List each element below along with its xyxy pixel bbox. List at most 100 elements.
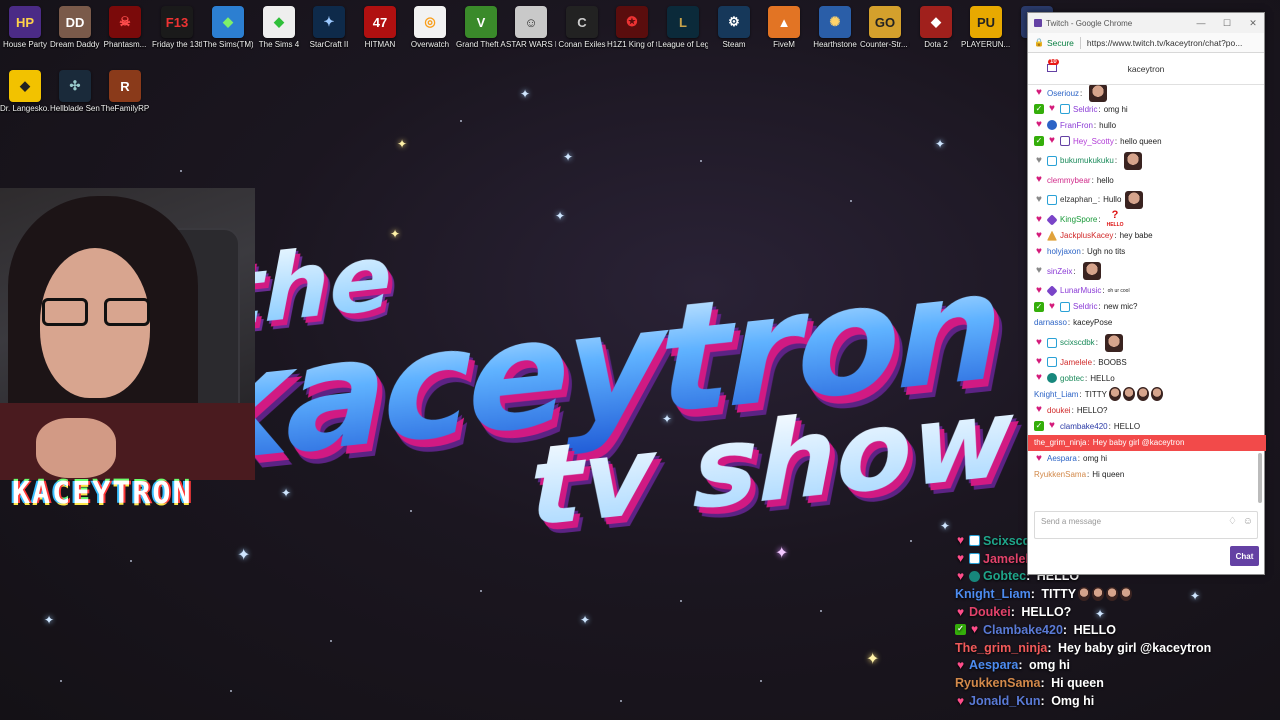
chat-username[interactable]: Seldric (1073, 105, 1097, 114)
chat-username[interactable]: FranFron (1060, 121, 1093, 130)
desktop-icon[interactable]: F13 Friday the 13th Th... (152, 6, 202, 50)
chat-username[interactable]: JackplusKacey (1060, 231, 1113, 240)
bits-icon[interactable]: ♢ (1228, 516, 1237, 527)
chat-message-row[interactable]: ♥ KingSpore: (1028, 209, 1266, 228)
desktop-icon[interactable]: ✺ Hearthstone (810, 6, 860, 50)
chat-message-row[interactable]: RyukkenSama: Hi queen (1028, 467, 1266, 483)
chat-username[interactable]: Knight_Liam (1034, 390, 1078, 399)
channel-name: kaceytron (1127, 63, 1165, 74)
moderator-check-icon: ✓ (1034, 421, 1044, 432)
chat-username[interactable]: Aespara (1047, 454, 1077, 463)
chat-message-row[interactable]: ♥ JackplusKacey: hey babe (1028, 228, 1266, 244)
chat-message-row[interactable]: ✓ ♥ Seldric: omg hi (1028, 101, 1266, 117)
chrome-window[interactable]: Twitch - Google Chrome — ☐ ✕ 🔒 Secure ht… (1027, 12, 1266, 575)
desktop-icon[interactable]: DD Dream Daddy A Dad Datin... (50, 6, 100, 50)
desktop-icon[interactable]: ◆ Dota 2 (911, 6, 961, 50)
overlay-message-text: omg hi (1028, 658, 1070, 673)
chat-message-row[interactable]: ♥ FranFron: hullo (1028, 117, 1266, 133)
sub-heart-icon: ♥ (1049, 103, 1055, 115)
maximize-icon[interactable]: ☐ (1220, 16, 1234, 30)
desktop-icon[interactable]: ◎ Overwatch (405, 6, 455, 50)
chat-colon: : (1095, 338, 1098, 348)
sub-heart-icon: ♥ (1036, 119, 1042, 131)
desktop-icon[interactable]: 47 HITMAN (355, 6, 405, 50)
chat-scrollbar[interactable] (1258, 453, 1262, 503)
desktop-icon[interactable]: ▲ FiveM (759, 6, 809, 50)
chat-message-row[interactable]: ♥ scixscdbk: (1028, 331, 1266, 354)
chat-username[interactable]: clambake420 (1060, 422, 1108, 431)
webcam-feed (0, 188, 255, 480)
chat-message-row[interactable]: ✓ ♥ clambake420: HELLO (1028, 418, 1266, 434)
chat-message-row[interactable]: ✓ ♥ Hey_Scotty: hello queen (1028, 133, 1266, 149)
desktop-icon[interactable]: ✪ H1Z1 King of the Kill (607, 6, 657, 50)
chat-message-text: omg hi (1083, 454, 1108, 464)
chat-message-row[interactable]: ♥ bukumukukuku: (1028, 149, 1266, 172)
overlay-chat-row: ✓ ♥ Clambake420: HELLO (955, 621, 1275, 639)
chat-message-row[interactable]: the_grim_ninja: Hey baby girl @kaceytron (1028, 434, 1266, 451)
chat-username[interactable]: Hey_Scotty (1073, 137, 1114, 146)
chat-message-row[interactable]: ♥ Oseriouz: (1028, 85, 1266, 103)
chat-message-row[interactable]: ♥ elzaphan_: Hullo (1028, 188, 1266, 211)
desktop-icon[interactable]: GO Counter-Str... Global Offe... (860, 6, 910, 50)
desktop-icon[interactable]: HP House Party (0, 6, 50, 50)
sub-heart-icon: ♥ (956, 568, 965, 583)
desktop-icon[interactable]: R TheFamilyRP (100, 70, 150, 114)
chat-username[interactable]: RyukkenSama (1034, 470, 1086, 479)
gift-icon[interactable]: 10 (1044, 59, 1060, 73)
chat-username[interactable]: Seldric (1073, 302, 1097, 311)
tv-badge-icon (1047, 357, 1057, 368)
app-icon: L (667, 6, 699, 38)
app-icon: ✺ (819, 6, 851, 38)
chat-message-row[interactable]: ♥ clemmybear: hello (1028, 172, 1266, 188)
chat-username[interactable]: Jamelele (1060, 358, 1092, 367)
chat-username[interactable]: the_grim_ninja (1034, 438, 1086, 447)
desktop-icon[interactable]: ⚙ Steam (709, 6, 759, 50)
chat-message-row[interactable]: ♥ Jamelele: BOOBS (1028, 354, 1266, 370)
desktop-icon[interactable]: ✣ Hellblade Senua's... (50, 70, 100, 114)
chat-username[interactable]: Oseriouz (1047, 89, 1079, 98)
desktop-icon[interactable]: PU PLAYERUN... BATTLEGR... (961, 6, 1011, 50)
chat-username[interactable]: gobtec (1060, 374, 1084, 383)
desktop-icon[interactable]: ◆ Dr. Langesko... (0, 70, 50, 114)
desktop-icon[interactable]: ◆ The Sims 4 (254, 6, 304, 50)
chat-message-row[interactable]: darnasso: kaceyPose (1028, 315, 1266, 331)
desktop-icon[interactable]: ☠ Phantasm... (100, 6, 150, 50)
chat-message-list[interactable]: ♥ Oseriouz: ✓ ♥ Seldric: omg hi ♥ FranFron: hull… (1028, 85, 1266, 510)
chat-message-text: TITTY (1084, 389, 1107, 399)
chat-message-text: Ugh no tits (1087, 247, 1126, 257)
chat-input[interactable]: Send a message ♢ ☺ (1034, 511, 1258, 539)
chat-message-row[interactable]: ♥ sinZeix: (1028, 260, 1266, 283)
chat-username[interactable]: scixscdbk (1060, 338, 1095, 347)
address-bar[interactable]: 🔒 Secure https://www.twitch.tv/kaceytron… (1028, 33, 1264, 53)
window-titlebar[interactable]: Twitch - Google Chrome — ☐ ✕ (1028, 13, 1264, 33)
chat-message-row[interactable]: ♥ Aespara: omg hi (1028, 451, 1266, 467)
chat-username[interactable]: KingSpore (1060, 215, 1097, 224)
chat-message-row[interactable]: Knight_Liam: TITTY (1028, 386, 1266, 402)
desktop-icon[interactable]: ✦ StarCraft II (304, 6, 354, 50)
chat-username[interactable]: LunarMusic (1060, 286, 1101, 295)
chat-message-row[interactable]: ♥ holyjaxon: Ugh no tits (1028, 244, 1266, 260)
chat-username[interactable]: clemmybear (1047, 176, 1091, 185)
desktop-icon-label: Dota 2 (924, 40, 948, 49)
tv-badge-icon (1047, 194, 1057, 205)
chat-username[interactable]: doukei (1047, 406, 1071, 415)
chat-username[interactable]: darnasso (1034, 318, 1067, 327)
desktop-icon[interactable]: ◆ The Sims(TM) 3 (203, 6, 253, 50)
desktop-icon[interactable]: L League of Legends (658, 6, 708, 50)
chat-username[interactable]: holyjaxon (1047, 247, 1081, 256)
url-text[interactable]: https://www.twitch.tv/kaceytron/chat?po.… (1087, 38, 1242, 48)
chat-username[interactable]: elzaphan_ (1060, 195, 1097, 204)
chat-message-row[interactable]: ✓ ♥ Seldric: new mic? (1028, 299, 1266, 315)
close-icon[interactable]: ✕ (1246, 16, 1260, 30)
chat-message-row[interactable]: ♥ doukei: HELLO? (1028, 402, 1266, 418)
emote-picker-icon[interactable]: ☺ (1243, 516, 1253, 527)
chat-username[interactable]: bukumukukuku (1060, 156, 1114, 165)
desktop-icon[interactable]: V Grand Theft Auto V (456, 6, 506, 50)
chat-message-row[interactable]: ♥ gobtec: HELLo (1028, 370, 1266, 386)
desktop-icon[interactable]: ☺ STAR WARS Knights o... (506, 6, 556, 50)
chat-username[interactable]: sinZeix (1047, 267, 1072, 276)
desktop-icon[interactable]: C Conan Exiles (557, 6, 607, 50)
chat-message-row[interactable]: ♥ LunarMusic: oh ur cool (1028, 283, 1266, 299)
minimize-icon[interactable]: — (1194, 16, 1208, 30)
chat-send-button[interactable]: Chat (1230, 546, 1259, 566)
